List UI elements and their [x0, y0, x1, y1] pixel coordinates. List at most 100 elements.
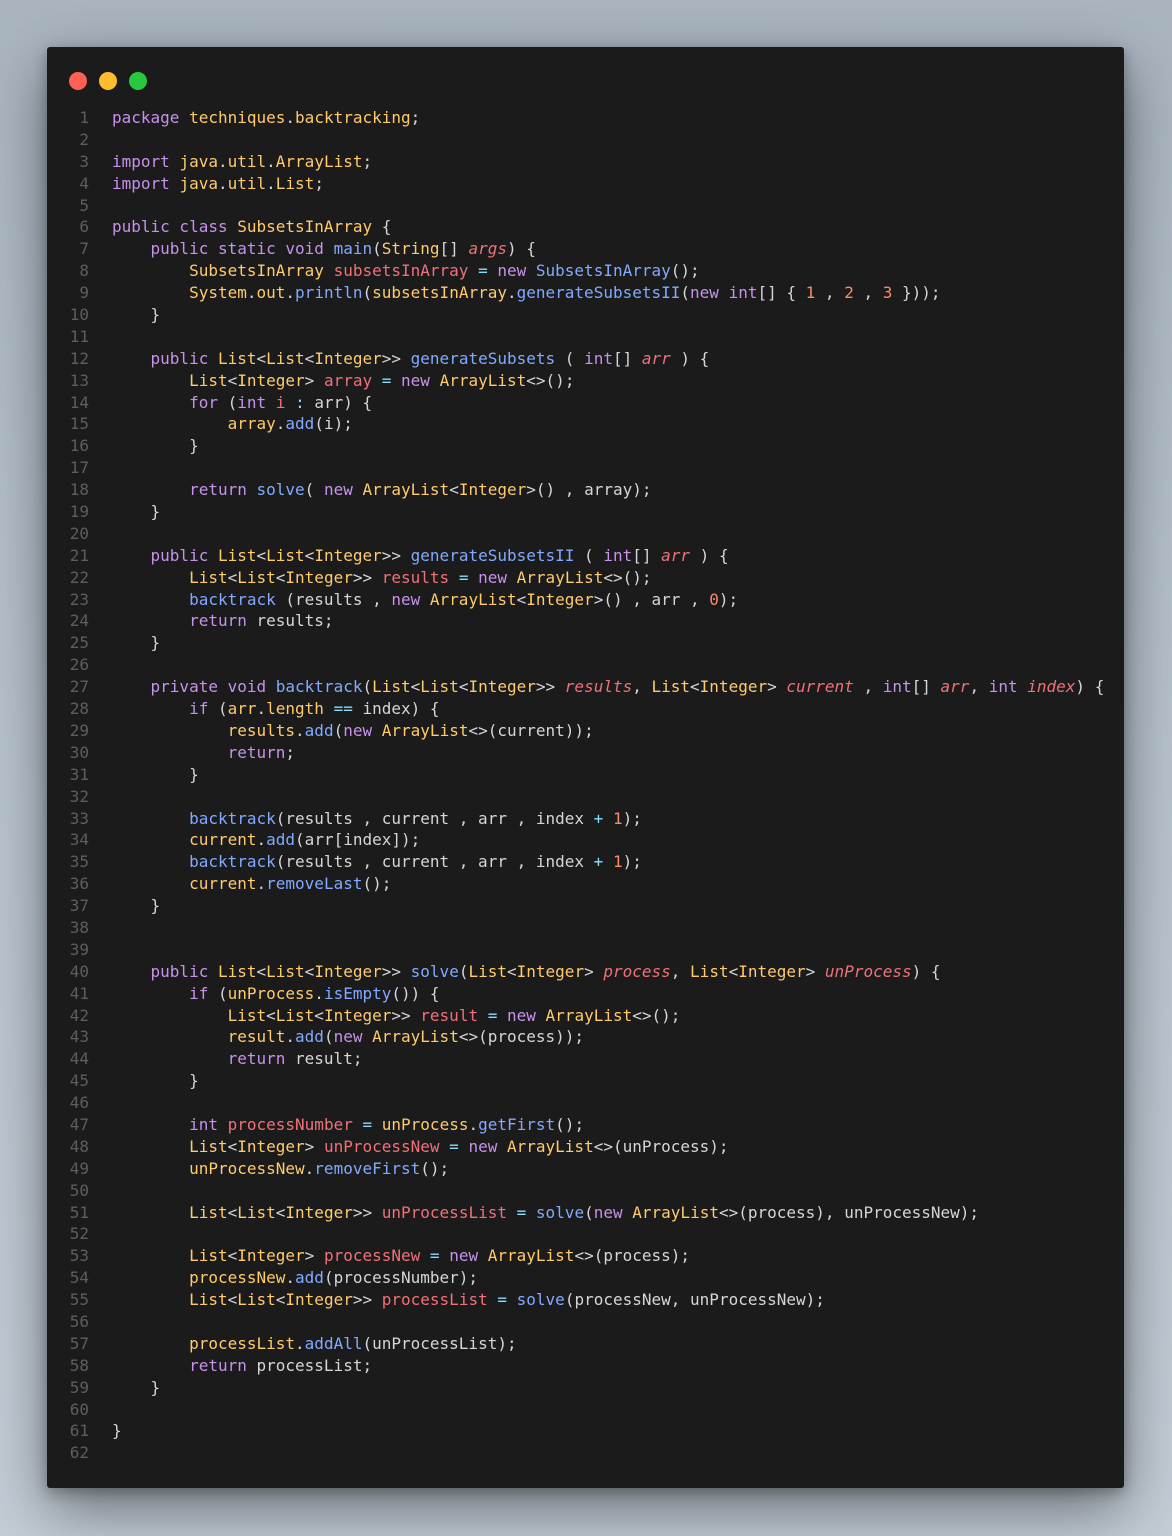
code-token: .	[256, 830, 267, 850]
line-number: 53	[69, 1246, 89, 1266]
code-token: ArrayList	[275, 151, 363, 171]
code-token: arr) {	[304, 392, 373, 412]
code-token: solve	[256, 480, 305, 500]
code-token: Integer	[526, 589, 594, 609]
code-token: subsetsInArray	[372, 283, 507, 303]
code-token: out	[256, 283, 286, 303]
line-code: backtrack(results , current , arr , inde…	[89, 851, 642, 873]
code-token: import	[112, 173, 170, 193]
code-token: (	[362, 283, 373, 303]
code-token: >>	[381, 961, 411, 981]
code-token: List	[217, 545, 257, 565]
line-code: package techniques.backtracking;	[89, 107, 420, 129]
line-number: 36	[69, 874, 89, 894]
code-token: .	[256, 874, 267, 894]
code-token: unProcessList	[381, 1202, 507, 1222]
minimize-button[interactable]	[99, 72, 117, 90]
code-token: <	[227, 567, 238, 587]
code-token: new	[497, 261, 527, 281]
code-token: +	[593, 852, 604, 872]
code-token: package	[112, 108, 180, 127]
line-number: 51	[69, 1202, 89, 1222]
code-token: >>	[535, 677, 565, 697]
code-token: List	[189, 1202, 228, 1222]
code-line: 59 }	[47, 1377, 1124, 1399]
code-token: List	[189, 1290, 228, 1310]
code-token: private void	[150, 677, 267, 697]
code-editor[interactable]: 1 package techniques.backtracking; 2 3 impor…	[47, 107, 1124, 1464]
code-token: >() , array);	[526, 480, 652, 500]
line-code: if (arr.length == index) {	[89, 698, 439, 720]
code-token: <>();	[603, 567, 652, 587]
code-line: 24 return results;	[47, 610, 1124, 632]
line-code: List<Integer> array = new ArrayList<>();	[89, 370, 574, 392]
code-token: results	[227, 720, 296, 740]
code-token: List	[189, 370, 228, 390]
code-line: 25 }	[47, 632, 1124, 654]
line-number: 56	[69, 1311, 89, 1331]
line-code: SubsetsInArray subsetsInArray = new Subs…	[89, 260, 700, 282]
code-token: int	[603, 545, 633, 565]
line-number: 15	[69, 414, 89, 434]
code-line: 52	[47, 1223, 1124, 1245]
line-code: return;	[89, 742, 295, 764]
code-token: (	[555, 348, 585, 368]
code-token: Integer	[285, 1202, 353, 1222]
maximize-button[interactable]	[129, 72, 147, 90]
code-token: ArrayList	[362, 480, 450, 500]
code-token: <>(unProcess);	[593, 1136, 729, 1156]
code-token: }	[112, 305, 161, 325]
code-token: unProcess	[381, 1114, 469, 1134]
code-token: ArrayList	[545, 1005, 633, 1025]
code-line: 7 public static void main(String[] args)…	[47, 238, 1124, 260]
code-token: >>	[352, 1290, 382, 1310]
code-token: >	[805, 961, 825, 981]
code-token: ();	[670, 261, 700, 281]
code-token: <>(process);	[574, 1246, 691, 1266]
code-token: Integer	[285, 1290, 353, 1310]
code-token: ) {	[1075, 677, 1105, 697]
code-token: }	[112, 764, 199, 784]
code-token: >>	[381, 348, 411, 368]
code-line: 39	[47, 939, 1124, 961]
code-token: Integer	[285, 567, 353, 587]
code-token: ArrayList	[507, 1136, 594, 1156]
code-line: 4 import java.util.List;	[47, 173, 1124, 195]
line-number: 24	[69, 611, 89, 631]
code-token: (	[208, 983, 228, 1003]
code-line: 62	[47, 1442, 1124, 1464]
line-code: public List<List<Integer>> generateSubse…	[89, 348, 710, 370]
code-token: List	[690, 961, 729, 981]
code-token: arr	[940, 677, 970, 697]
code-line: 9 System.out.println(subsetsInArray.gene…	[47, 282, 1124, 304]
line-code: return solve( new ArrayList<Integer>() ,…	[89, 479, 652, 501]
line-code: results.add(new ArrayList<>(current));	[89, 720, 594, 742]
code-token: ();	[420, 1158, 450, 1178]
code-token: (results ,	[275, 589, 392, 609]
code-token: =	[429, 1246, 440, 1266]
line-number: 12	[69, 348, 89, 368]
code-token: List	[275, 1005, 315, 1025]
line-code: public class SubsetsInArray {	[89, 216, 391, 238]
close-button[interactable]	[69, 72, 87, 90]
code-line: 40 public List<List<Integer>> solve(List…	[47, 961, 1124, 983]
code-token: add	[285, 414, 315, 434]
line-code: List<Integer> unProcessNew = new ArrayLi…	[89, 1136, 729, 1158]
code-token: (	[574, 545, 604, 565]
code-line: 48 List<Integer> unProcessNew = new Arra…	[47, 1136, 1124, 1158]
code-token: subsetsInArray	[333, 261, 469, 281]
code-token: <	[304, 348, 315, 368]
line-code: }	[89, 764, 199, 786]
